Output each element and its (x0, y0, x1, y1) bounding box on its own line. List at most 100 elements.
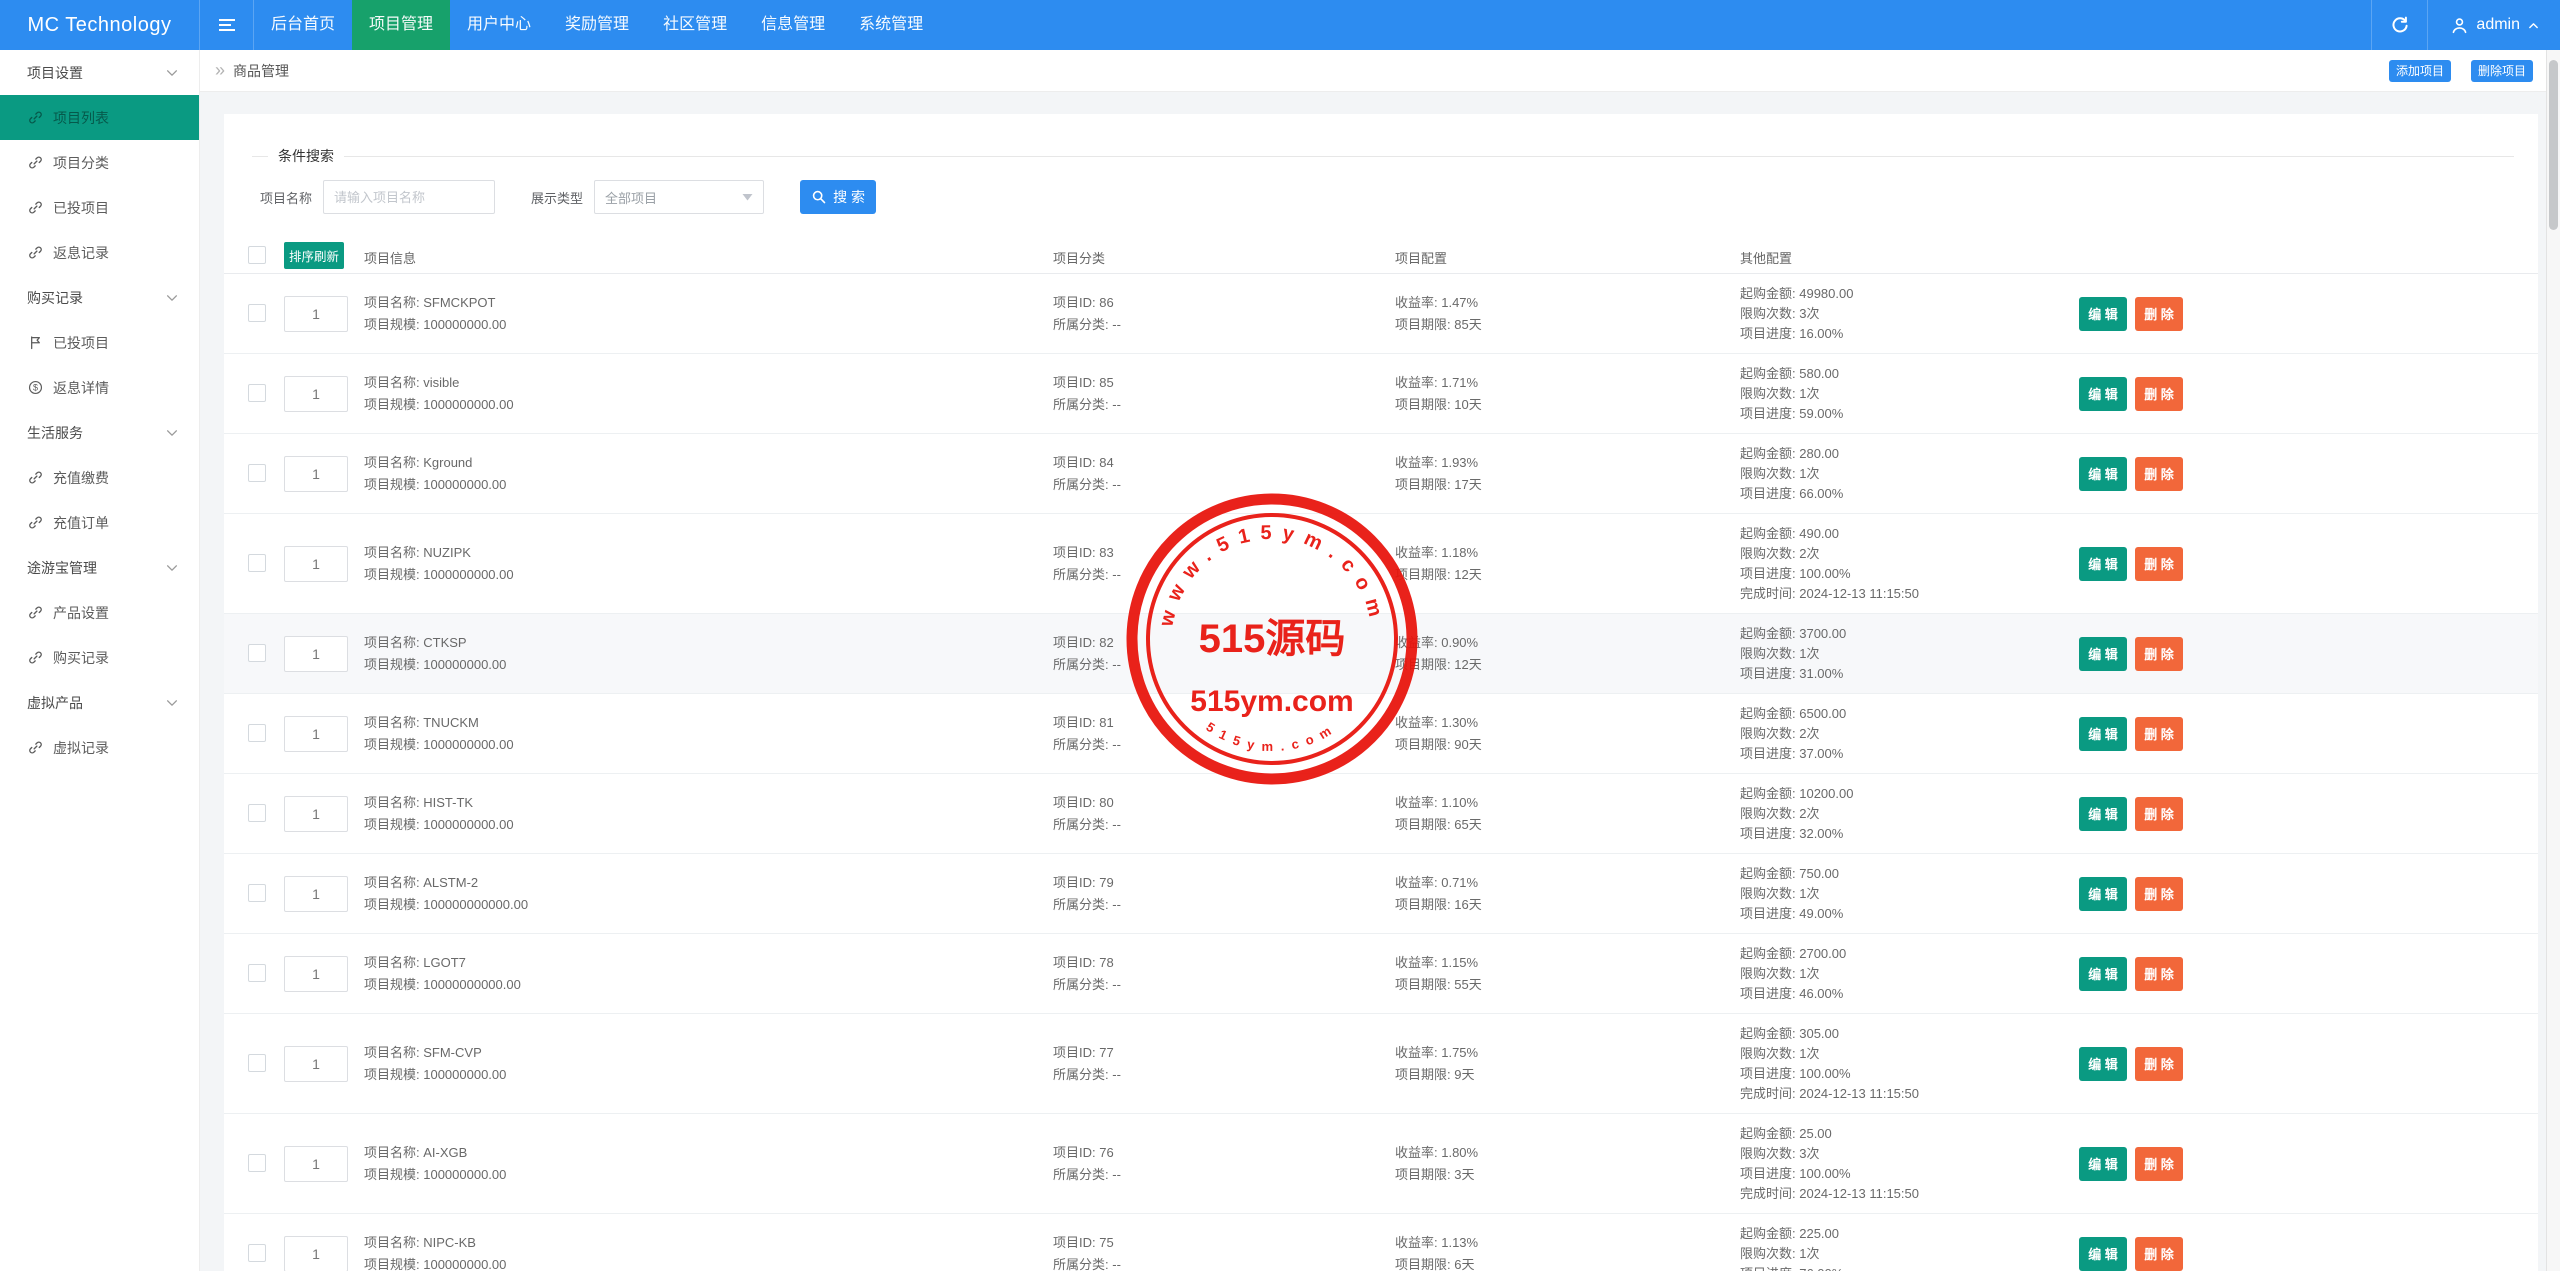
sidebar-group-项目设置[interactable]: 项目设置 (0, 50, 199, 95)
delete-button[interactable]: 删 除 (2135, 717, 2183, 751)
project-progress-label: 项目进度: (1740, 746, 1799, 761)
sidebar-item-返息记录[interactable]: 返息记录 (0, 230, 199, 275)
sort-input[interactable] (284, 956, 348, 992)
edit-button[interactable]: 编 辑 (2079, 1237, 2127, 1271)
scrollbar-thumb[interactable] (2549, 60, 2558, 230)
delete-button[interactable]: 删 除 (2135, 1237, 2183, 1271)
sidebar-item-购买记录[interactable]: 购买记录 (0, 635, 199, 680)
edit-button[interactable]: 编 辑 (2079, 457, 2127, 491)
page-scrollbar[interactable] (2546, 50, 2560, 1271)
row-checkbox[interactable] (248, 1154, 266, 1172)
project-id-value: 78 (1099, 955, 1113, 970)
sidebar-item-返息详情[interactable]: $返息详情 (0, 365, 199, 410)
edit-button[interactable]: 编 辑 (2079, 637, 2127, 671)
sidebar-item-已投项目[interactable]: 已投项目 (0, 320, 199, 365)
row-checkbox[interactable] (248, 554, 266, 572)
sort-input[interactable] (284, 456, 348, 492)
project-id-label: 项目ID: (1053, 795, 1099, 810)
yield-rate-label: 收益率: (1395, 545, 1441, 560)
sidebar-item-充值缴费[interactable]: 充值缴费 (0, 455, 199, 500)
delete-button[interactable]: 删 除 (2135, 637, 2183, 671)
sort-input[interactable] (284, 636, 348, 672)
row-checkbox[interactable] (248, 644, 266, 662)
chevron-down-icon (165, 696, 179, 710)
nav-item-后台首页[interactable]: 后台首页 (254, 0, 352, 50)
row-checkbox[interactable] (248, 464, 266, 482)
edit-button[interactable]: 编 辑 (2079, 377, 2127, 411)
delete-button[interactable]: 删 除 (2135, 547, 2183, 581)
min-purchase-value: 6500.00 (1799, 706, 1846, 721)
nav-item-项目管理[interactable]: 项目管理 (352, 0, 450, 50)
sort-input[interactable] (284, 546, 348, 582)
nav-item-信息管理[interactable]: 信息管理 (744, 0, 842, 50)
sort-input[interactable] (284, 1046, 348, 1082)
sidebar-toggle-button[interactable] (200, 0, 254, 50)
project-category-label: 所属分类: (1053, 397, 1112, 412)
sort-input[interactable] (284, 716, 348, 752)
row-checkbox[interactable] (248, 304, 266, 322)
project-category-label: 所属分类: (1053, 567, 1112, 582)
sidebar-group-途游宝管理[interactable]: 途游宝管理 (0, 545, 199, 590)
row-checkbox[interactable] (248, 1244, 266, 1262)
sidebar-item-已投项目[interactable]: 已投项目 (0, 185, 199, 230)
project-name-input[interactable] (323, 180, 495, 214)
edit-button[interactable]: 编 辑 (2079, 717, 2127, 751)
refresh-button[interactable] (2371, 0, 2427, 50)
edit-button[interactable]: 编 辑 (2079, 797, 2127, 831)
row-checkbox[interactable] (248, 964, 266, 982)
sidebar-group-生活服务[interactable]: 生活服务 (0, 410, 199, 455)
delete-button[interactable]: 删 除 (2135, 1047, 2183, 1081)
delete-button[interactable]: 删 除 (2135, 877, 2183, 911)
project-period-label: 项目期限: (1395, 1167, 1454, 1182)
edit-button[interactable]: 编 辑 (2079, 957, 2127, 991)
row-checkbox[interactable] (248, 724, 266, 742)
delete-project-button[interactable]: 删除项目 (2471, 60, 2533, 82)
delete-button[interactable]: 删 除 (2135, 457, 2183, 491)
edit-button[interactable]: 编 辑 (2079, 1147, 2127, 1181)
sort-input[interactable] (284, 1236, 348, 1271)
display-type-select[interactable]: 全部项目 (594, 180, 764, 214)
select-all-checkbox[interactable] (248, 246, 266, 264)
sidebar-group-虚拟产品[interactable]: 虚拟产品 (0, 680, 199, 725)
sort-input[interactable] (284, 1146, 348, 1182)
delete-button[interactable]: 删 除 (2135, 1147, 2183, 1181)
user-menu[interactable]: admin (2427, 0, 2560, 50)
delete-button[interactable]: 删 除 (2135, 797, 2183, 831)
nav-item-用户中心[interactable]: 用户中心 (450, 0, 548, 50)
delete-button[interactable]: 删 除 (2135, 957, 2183, 991)
edit-button[interactable]: 编 辑 (2079, 547, 2127, 581)
sort-input[interactable] (284, 376, 348, 412)
nav-item-系统管理[interactable]: 系统管理 (842, 0, 940, 50)
edit-button[interactable]: 编 辑 (2079, 1047, 2127, 1081)
sort-input[interactable] (284, 796, 348, 832)
other-config-cell: 起购金额: 3700.00限购次数: 1次项目进度: 31.00% (1740, 624, 1846, 684)
row-checkbox[interactable] (248, 884, 266, 902)
sidebar-item-充值订单[interactable]: 充值订单 (0, 500, 199, 545)
sidebar-item-label: 虚拟记录 (53, 738, 109, 758)
sort-input[interactable] (284, 296, 348, 332)
edit-button[interactable]: 编 辑 (2079, 877, 2127, 911)
yield-rate-label: 收益率: (1395, 875, 1441, 890)
sidebar-item-虚拟记录[interactable]: 虚拟记录 (0, 725, 199, 770)
sidebar-item-产品设置[interactable]: 产品设置 (0, 590, 199, 635)
row-checkbox[interactable] (248, 804, 266, 822)
project-scale-label: 项目规模: (364, 1067, 423, 1082)
nav-item-社区管理[interactable]: 社区管理 (646, 0, 744, 50)
page-title: 商品管理 (233, 61, 289, 81)
edit-button[interactable]: 编 辑 (2079, 297, 2127, 331)
project-period-value: 65天 (1454, 817, 1481, 832)
add-project-button[interactable]: 添加项目 (2389, 60, 2451, 82)
sort-input[interactable] (284, 876, 348, 912)
sidebar-group-购买记录[interactable]: 购买记录 (0, 275, 199, 320)
search-button[interactable]: 搜 索 (800, 180, 876, 214)
nav-item-奖励管理[interactable]: 奖励管理 (548, 0, 646, 50)
row-checkbox[interactable] (248, 384, 266, 402)
delete-button[interactable]: 删 除 (2135, 297, 2183, 331)
row-checkbox[interactable] (248, 1054, 266, 1072)
project-category-label: 所属分类: (1053, 737, 1112, 752)
sidebar-item-项目列表[interactable]: 项目列表 (0, 95, 199, 140)
sidebar-item-项目分类[interactable]: 项目分类 (0, 140, 199, 185)
sort-refresh-button[interactable]: 排序刷新 (284, 242, 344, 269)
delete-button[interactable]: 删 除 (2135, 377, 2183, 411)
link-icon (27, 469, 44, 486)
